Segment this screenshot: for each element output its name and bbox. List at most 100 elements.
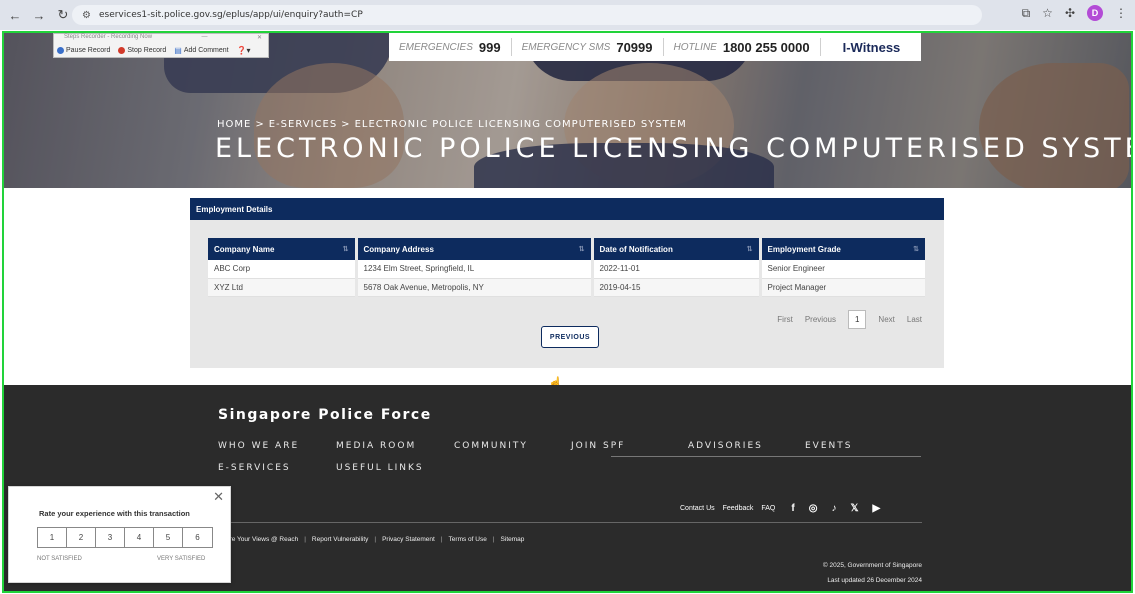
privacy-statement-link[interactable]: Privacy Statement [382,536,435,543]
rating-title: Rate your experience with this transacti… [39,509,190,518]
reload-icon[interactable]: ↻ [56,7,70,23]
browser-menu-icon[interactable]: ⋮ [1115,6,1127,20]
footer-link-advisories[interactable]: ADVISORIES [688,441,805,451]
x-icon[interactable]: 𝕏 [850,503,858,514]
url-text: eservices1-sit.police.gov.sg/eplus/app/u… [98,10,363,20]
column-header-date-of-notification[interactable]: Date of Notification ⇅ [592,238,762,260]
footer-link-eservices[interactable]: E-SERVICES [218,463,336,473]
close-icon[interactable]: ✕ [213,489,224,505]
help-icon[interactable]: ❓▾ [237,46,251,55]
column-header-company-name[interactable]: Company Name ⇅ [208,238,358,260]
pager-previous[interactable]: Previous [805,315,836,324]
add-comment-button[interactable]: ▤ Add Comment [174,46,228,55]
table-row: XYZ Ltd 5678 Oak Avenue, Metropolis, NY … [208,278,928,297]
minimize-icon[interactable]: — [202,34,208,43]
breadcrumb: HOME > E-SERVICES > ELECTRONIC POLICE LICENS… [217,119,687,130]
footer-link-useful-links[interactable]: USEFUL LINKS [336,463,454,473]
sms-label: EMERGENCY SMS [521,41,611,53]
close-icon[interactable]: ✕ [257,34,262,43]
faq-link[interactable]: FAQ [761,505,775,512]
footer-link-join-spf[interactable]: JOIN SPF [571,441,688,451]
back-icon[interactable]: ← [8,8,22,23]
rating-option-3[interactable]: 3 [96,528,125,547]
footer-title: Singapore Police Force [218,407,432,423]
footer-link-who-we-are[interactable]: WHO WE ARE [218,441,336,451]
profile-avatar[interactable]: D [1087,5,1103,21]
rating-option-4[interactable]: 4 [125,528,154,547]
pause-record-label: Pause Record [66,46,111,54]
table-cell: 2022-11-01 [592,260,762,279]
pager-last[interactable]: Last [907,315,922,324]
footer-divider [218,522,922,523]
separator: | [492,536,495,543]
column-header-company-address[interactable]: Company Address ⇅ [356,238,594,260]
iwitness-link[interactable]: I-Witness [821,40,901,55]
browser-nav: ← → ↻ [0,7,70,23]
footer-nav-divider [611,456,921,457]
column-header-employment-grade[interactable]: Employment Grade ⇅ [760,238,928,260]
sms-item[interactable]: EMERGENCY SMS 70999 [512,38,664,56]
pause-icon [57,46,64,54]
breadcrumb-home[interactable]: HOME [217,119,251,130]
recorder-title: Steps Recorder - Recording Now [64,34,153,40]
stop-icon [118,46,126,54]
cast-icon[interactable]: ⧉ [1022,6,1031,21]
pager-next[interactable]: Next [878,315,894,324]
recorder-titlebar: Steps Recorder - Recording Now — ✕ [54,34,268,43]
feedback-link[interactable]: Feedback [723,505,754,512]
rating-low-label: NOT SATISFIED [37,556,82,562]
rating-option-6[interactable]: 6 [183,528,212,547]
pagination: First Previous 1 Next Last [777,310,922,329]
facebook-icon[interactable]: f [791,503,794,514]
footer-link-events[interactable]: EVENTS [805,441,915,451]
terms-of-use-link[interactable]: Terms of Use [449,536,487,543]
recorder-controls: Pause Record Stop Record ▤ Add Comment ❓… [54,43,268,57]
sort-icon: ⇅ [746,246,753,253]
address-bar[interactable]: ⚙ eservices1-sit.police.gov.sg/eplus/app… [72,5,982,25]
breadcrumb-eservices[interactable]: E-SERVICES [269,119,337,130]
contact-us-link[interactable]: Contact Us [680,505,715,512]
table-cell: 1234 Elm Street, Springfield, IL [356,260,594,279]
tiktok-icon[interactable]: ♪ [831,503,836,514]
rating-option-5[interactable]: 5 [154,528,183,547]
previous-button[interactable]: PREVIOUS [541,326,599,348]
steps-recorder-window: Steps Recorder - Recording Now — ✕ Pause… [53,33,269,58]
column-header-label: Date of Notification [599,244,673,254]
instagram-icon[interactable]: ◎ [809,503,818,514]
report-vulnerability-link[interactable]: Report Vulnerability [312,536,368,543]
footer-link-community[interactable]: COMMUNITY [454,441,571,451]
table-row: ABC Corp 1234 Elm Street, Springfield, I… [208,260,928,279]
forward-icon[interactable]: → [32,8,46,23]
browser-toolbar: ← → ↻ ⚙ eservices1-sit.police.gov.sg/epl… [0,0,1135,30]
rating-option-1[interactable]: 1 [38,528,67,547]
table-cell: 5678 Oak Avenue, Metropolis, NY [356,278,594,297]
emergencies-item[interactable]: EMERGENCIES 999 [389,38,512,56]
copyright-text: © 2025, Government of Singapore [822,562,922,569]
site-settings-icon[interactable]: ⚙ [82,10,91,21]
footer-link-media-room[interactable]: MEDIA ROOM [336,441,454,451]
separator: | [440,536,443,543]
table-cell: Project Manager [760,278,928,297]
sitemap-link[interactable]: Sitemap [501,536,525,543]
pager-current-page[interactable]: 1 [847,310,867,329]
sort-icon: ⇅ [578,246,585,253]
emergencies-number: 999 [478,39,501,55]
social-links: f ◎ ♪ 𝕏 ▶ [791,503,880,514]
stop-record-button[interactable]: Stop Record [118,46,166,54]
rating-high-label: VERY SATISFIED [157,556,206,562]
sort-icon: ⇅ [342,246,349,253]
sms-number: 70999 [616,39,653,55]
separator: | [304,536,306,543]
pause-record-button[interactable]: Pause Record [57,46,111,54]
hotline-item[interactable]: HOTLINE 1800 255 0000 [664,38,821,56]
extensions-icon[interactable]: ✣ [1065,6,1075,20]
bookmark-star-icon[interactable]: ☆ [1042,6,1053,20]
breadcrumb-separator: > [255,119,265,130]
add-comment-label: Add Comment [183,46,229,54]
pager-first[interactable]: First [777,315,793,324]
youtube-icon[interactable]: ▶ [873,503,881,514]
employment-table: Company Name ⇅ Company Address ⇅ Date of N… [208,238,928,297]
separator: | [374,536,377,543]
rating-scale: 1 2 3 4 5 6 [37,527,213,548]
rating-option-2[interactable]: 2 [67,528,96,547]
